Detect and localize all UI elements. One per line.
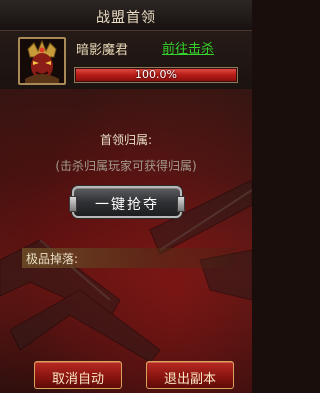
boss-avatar (18, 37, 66, 85)
boss-hp-bar: 100.0% (74, 67, 238, 83)
boss-panel: 战盟首领 暗影魔君 前往击杀 100.0% 首领归属: (击杀归属玩家可获得归属… (0, 0, 252, 393)
exit-dungeon-button[interactable]: 退出副本 (146, 361, 234, 389)
button-cap-right (177, 196, 185, 212)
premium-drops-header: 极品掉落: (22, 248, 236, 268)
title-bar: 战盟首领 (0, 0, 252, 31)
premium-drops-label: 极品掉落: (26, 252, 79, 266)
boss-ownership-hint: (击杀归属玩家可获得归属) (55, 159, 197, 173)
grab-ownership-button[interactable]: 一键抢夺 (69, 186, 185, 218)
boss-ownership-label: 首领归属: (99, 133, 153, 147)
goto-kill-link[interactable]: 前往击杀 (162, 38, 214, 57)
boss-info: 暗影魔君 前往击杀 100.0% (0, 31, 252, 89)
demon-portrait-icon (20, 39, 64, 83)
cancel-auto-button[interactable]: 取消自动 (34, 361, 122, 389)
cancel-auto-label: 取消自动 (51, 372, 104, 387)
boss-hp-text: 100.0% (135, 68, 177, 81)
exit-dungeon-label: 退出副本 (163, 372, 216, 387)
boss-name: 暗影魔君 (76, 43, 129, 58)
window-title: 战盟首领 (96, 10, 156, 26)
grab-ownership-label: 一键抢夺 (95, 197, 159, 213)
